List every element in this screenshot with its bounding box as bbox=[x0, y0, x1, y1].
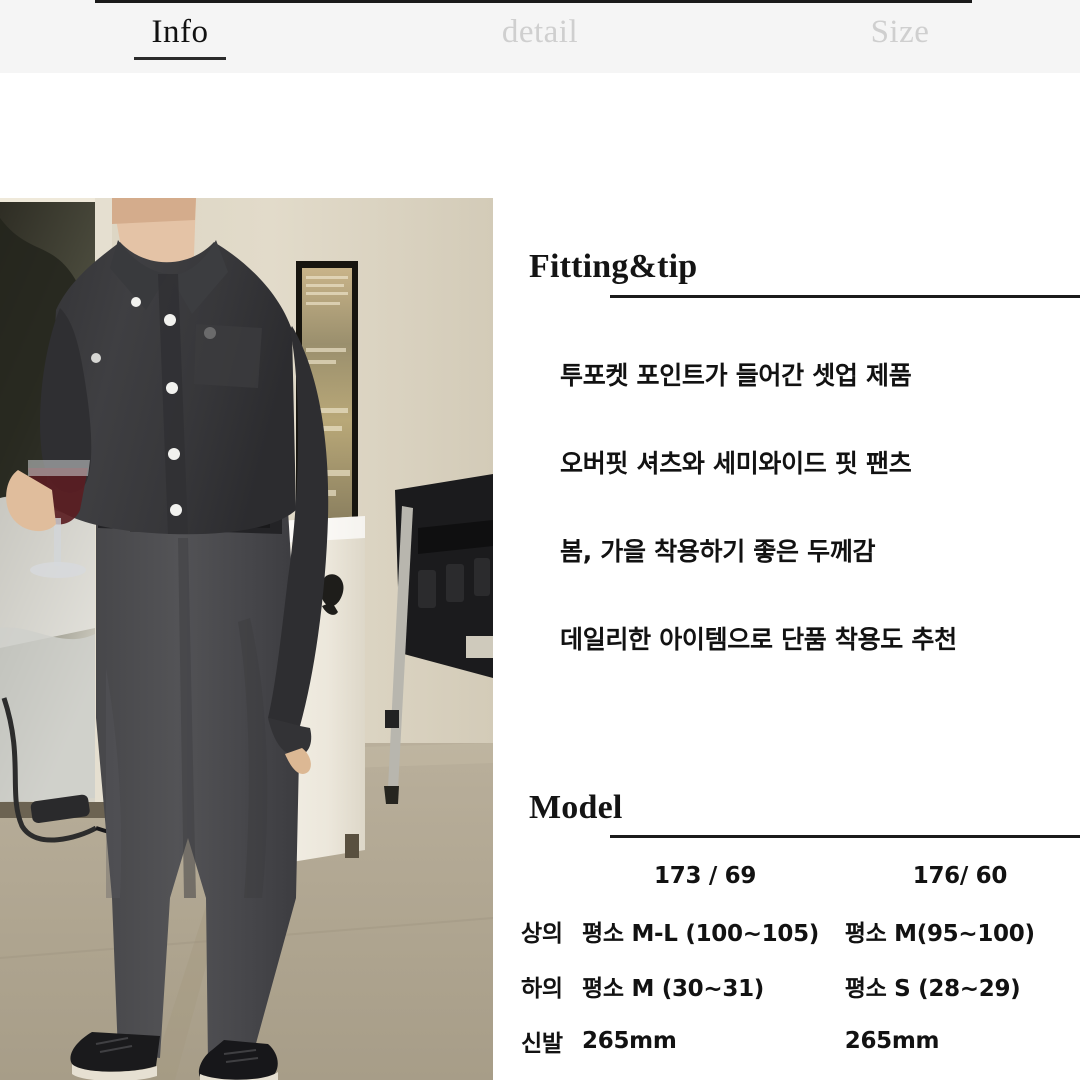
fitting-tip-list: 투포켓 포인트가 들어간 셋업 제품 오버핏 셔츠와 세미와이드 핏 팬츠 봄,… bbox=[560, 361, 1070, 655]
tab-info[interactable]: Info bbox=[0, 0, 360, 73]
info-tab-panel: Fitting&tip 투포켓 포인트가 들어간 셋업 제품 오버핏 셔츠와 세… bbox=[0, 73, 1080, 1080]
model-row-value-b: 평소 S (28~29) bbox=[844, 975, 1021, 1002]
model-row-value-a: 265mm bbox=[582, 1027, 677, 1054]
fitting-tip-item: 데일리한 아이템으로 단품 착용도 추천 bbox=[560, 625, 957, 654]
table-header-row: 173 / 69 176/ 60 bbox=[521, 848, 1077, 903]
model-row-label: 하의 bbox=[521, 975, 563, 1002]
tab-size-label: Size bbox=[870, 14, 930, 50]
product-info-column: Fitting&tip 투포켓 포인트가 들어간 셋업 제품 오버핏 셔츠와 세… bbox=[493, 73, 1080, 1080]
model-row-value-b: 265mm bbox=[844, 1027, 940, 1054]
model-divider bbox=[610, 835, 1080, 838]
model-col-b-header: 176/ 60 bbox=[912, 862, 1008, 889]
tab-bar: Info detail Size bbox=[0, 0, 1080, 74]
fitting-tip-item: 투포켓 포인트가 들어간 셋업 제품 bbox=[560, 361, 912, 390]
table-row: 하의 평소 M (30~31) 평소 S (28~29) bbox=[521, 958, 1077, 1013]
tab-info-label: Info bbox=[151, 14, 209, 50]
model-row-label: 신발 bbox=[521, 1030, 563, 1057]
model-row-label: 상의 bbox=[521, 920, 563, 947]
model-row-value-a: 평소 M (30~31) bbox=[582, 975, 764, 1002]
model-photo bbox=[0, 198, 493, 1080]
model-col-blank bbox=[521, 848, 582, 903]
tab-detail[interactable]: detail bbox=[360, 0, 720, 73]
tab-info-underline bbox=[134, 57, 226, 60]
tab-list: Info detail Size bbox=[0, 0, 1080, 73]
fitting-tip-item: 봄, 가을 착용하기 좋은 두께감 bbox=[560, 537, 876, 566]
model-col-a-header: 173 / 69 bbox=[654, 862, 757, 889]
table-row: 신발 265mm 265mm bbox=[521, 1013, 1077, 1068]
model-heading: Model bbox=[529, 789, 623, 827]
model-row-value-b: 평소 M(95~100) bbox=[844, 920, 1035, 947]
table-row: 상의 평소 M-L (100~105) 평소 M(95~100) bbox=[521, 903, 1077, 958]
model-row-value-a: 평소 M-L (100~105) bbox=[582, 920, 819, 947]
tab-detail-label: detail bbox=[501, 14, 579, 50]
fitting-tip-divider bbox=[610, 295, 1080, 298]
model-spec-table: 173 / 69 176/ 60 상의 평소 M-L (100~105) 평소 … bbox=[521, 848, 1077, 1068]
tab-size[interactable]: Size bbox=[720, 0, 1080, 73]
fitting-tip-item: 오버핏 셔츠와 세미와이드 핏 팬츠 bbox=[560, 449, 912, 478]
fitting-tip-heading: Fitting&tip bbox=[529, 248, 698, 286]
